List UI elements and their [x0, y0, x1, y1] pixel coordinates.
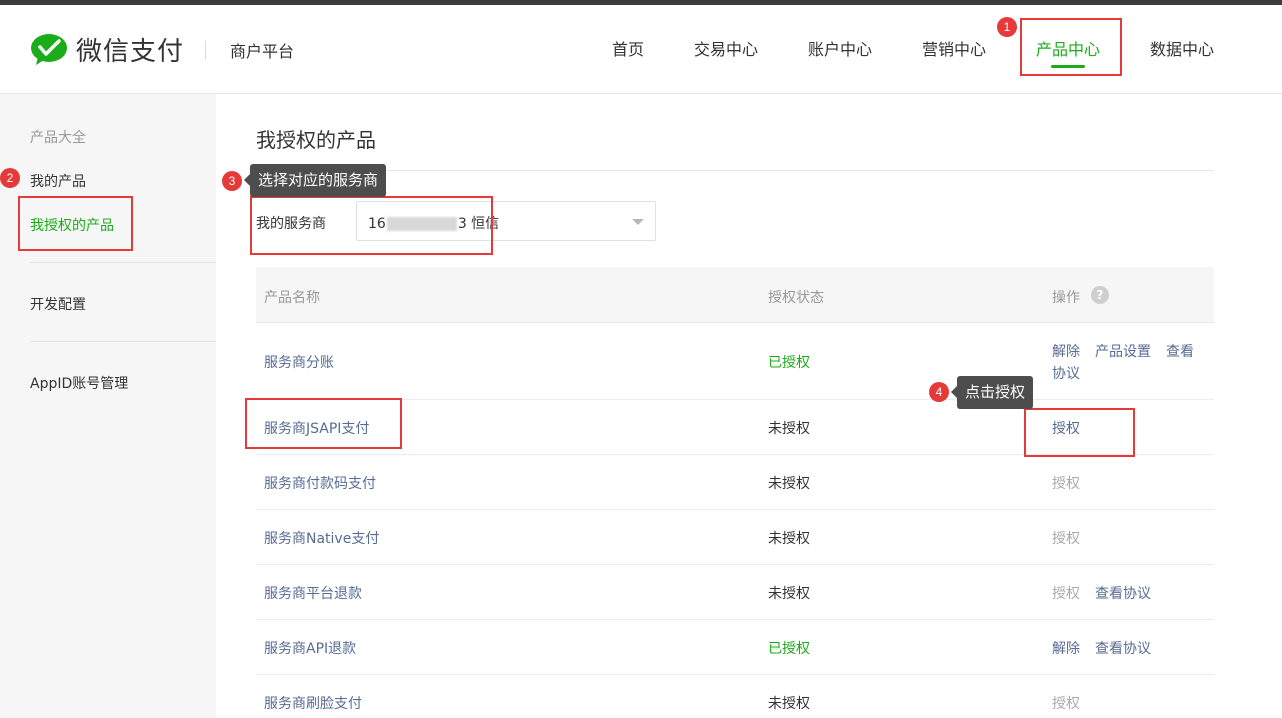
auth-status: 未授权: [768, 476, 810, 492]
brand-name: 微信支付: [76, 37, 185, 67]
nav-marketing-center[interactable]: 营销中心: [922, 36, 986, 60]
annotation-badge-1: 1: [997, 17, 1017, 37]
table-header: 产品名称 授权状态 操作 ?: [256, 267, 1214, 323]
sidebar-group-title: 产品大全: [30, 130, 86, 146]
column-header-product-name: 产品名称: [264, 290, 320, 306]
nav-home[interactable]: 首页: [612, 36, 644, 60]
auth-status: 未授权: [768, 586, 810, 602]
sidebar-item-authorized-products[interactable]: 我授权的产品: [30, 215, 114, 235]
auth-status: 未授权: [768, 531, 810, 547]
provider-select[interactable]: 16 3 恒信: [356, 201, 656, 241]
annotation-tooltip-4: 点击授权: [950, 376, 1034, 409]
nav-trade-center[interactable]: 交易中心: [694, 36, 758, 60]
platform-name: 商户平台: [230, 42, 295, 61]
nav-data-center[interactable]: 数据中心: [1150, 36, 1214, 60]
product-settings-link[interactable]: 产品设置: [1095, 341, 1151, 361]
sidebar-divider: [30, 341, 216, 342]
sidebar: 产品大全 我的产品 我授权的产品 开发配置 AppID账号管理: [0, 94, 216, 718]
table-row: 服务商分账 已授权 解除 产品设置 查看 协议: [256, 323, 1214, 400]
product-name-link[interactable]: 服务商JSAPI支付: [264, 418, 369, 438]
nav-product-center[interactable]: 产品中心: [1036, 36, 1100, 60]
provider-select-value: 16 3 恒信: [368, 216, 500, 232]
product-name-link[interactable]: 服务商分账: [264, 352, 334, 372]
table-row: 服务商刷脸支付 未授权 授权: [256, 675, 1214, 718]
table-row: 服务商JSAPI支付 未授权 授权: [256, 400, 1214, 455]
sidebar-item-appid-management[interactable]: AppID账号管理: [30, 373, 128, 393]
wechat-pay-logo-icon: [31, 33, 67, 65]
revoke-link[interactable]: 解除: [1052, 638, 1080, 658]
provider-label: 我的服务商: [256, 216, 326, 232]
header: 微信支付 商户平台 首页 交易中心 账户中心 营销中心 产品中心 数据中心: [0, 5, 1282, 94]
product-name-link[interactable]: 服务商Native支付: [264, 528, 379, 548]
help-icon[interactable]: ?: [1091, 286, 1109, 304]
auth-status: 已授权: [768, 355, 810, 371]
authorize-button-disabled: 授权: [1052, 531, 1080, 547]
sidebar-divider: [30, 262, 216, 263]
table-row: 服务商API退款 已授权 解除 查看协议: [256, 620, 1214, 675]
column-header-actions: 操作: [1052, 290, 1080, 306]
brand-divider: [205, 41, 206, 59]
authorize-button-disabled: 授权: [1052, 476, 1080, 492]
column-header-auth-status: 授权状态: [768, 290, 824, 306]
title-divider: [256, 170, 1214, 171]
view-agreement-link[interactable]: 查看协议: [1095, 638, 1151, 658]
annotation-tooltip-3: 选择对应的服务商: [243, 164, 387, 197]
table-row: 服务商Native支付 未授权 授权: [256, 510, 1214, 565]
annotation-badge-3: 3: [222, 171, 242, 191]
product-name-link[interactable]: 服务商刷脸支付: [264, 693, 362, 713]
chevron-down-icon: [632, 219, 644, 225]
auth-status: 已授权: [768, 641, 810, 657]
table-row: 服务商付款码支付 未授权 授权: [256, 455, 1214, 510]
view-agreement-link[interactable]: 查看协议: [1095, 583, 1151, 603]
brand-logo[interactable]: 微信支付: [30, 31, 184, 68]
page-title: 我授权的产品: [256, 128, 376, 152]
nav-account-center[interactable]: 账户中心: [808, 36, 872, 60]
sidebar-item-my-products[interactable]: 我的产品: [30, 171, 86, 191]
auth-status: 未授权: [768, 421, 810, 437]
annotation-badge-4: 4: [929, 382, 949, 402]
annotation-badge-2: 2: [0, 168, 20, 188]
table-row: 服务商平台退款 未授权 授权 查看协议: [256, 565, 1214, 620]
authorize-button-disabled: 授权: [1052, 696, 1080, 712]
sidebar-item-dev-config[interactable]: 开发配置: [30, 294, 86, 314]
nav-active-indicator: [1051, 65, 1085, 68]
revoke-link[interactable]: 解除: [1052, 341, 1080, 361]
product-name-link[interactable]: 服务商平台退款: [264, 583, 362, 603]
product-name-link[interactable]: 服务商付款码支付: [264, 473, 376, 493]
product-name-link[interactable]: 服务商API退款: [264, 638, 356, 658]
authorize-button-disabled: 授权: [1052, 586, 1080, 602]
redacted-id: [386, 217, 457, 231]
auth-status: 未授权: [768, 696, 810, 712]
authorize-button[interactable]: 授权: [1052, 418, 1080, 438]
view-link[interactable]: 查看: [1166, 341, 1194, 361]
agreement-link[interactable]: 协议: [1052, 363, 1080, 383]
